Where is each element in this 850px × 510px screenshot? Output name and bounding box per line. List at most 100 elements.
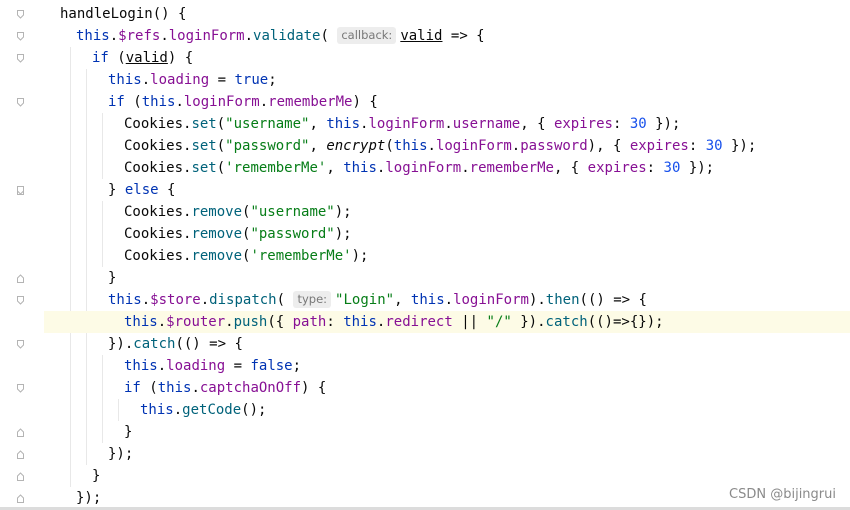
fold-collapse-icon[interactable]	[16, 450, 25, 459]
code-line-current[interactable]: this.$router.push({ path: this.redirect …	[44, 311, 850, 333]
code-token: loginForm	[183, 94, 260, 110]
code-token: 'rememberMe'	[225, 160, 327, 176]
code-line[interactable]: Cookies.remove('rememberMe');	[44, 245, 850, 267]
code-token: (	[320, 28, 338, 44]
code-line[interactable]: }	[44, 267, 850, 289]
code-token: ();	[241, 402, 267, 418]
code-line[interactable]: Cookies.set("username", this.loginForm.u…	[44, 113, 850, 135]
code-line[interactable]: }	[44, 421, 850, 443]
code-token: this	[141, 94, 176, 110]
code-token: (	[276, 292, 294, 308]
code-token: username	[452, 116, 521, 132]
code-token: true	[234, 72, 269, 88]
code-token: (() => {	[579, 292, 647, 308]
code-token: ) {	[167, 50, 194, 66]
code-token: }	[92, 468, 101, 484]
code-token: catch	[545, 314, 588, 330]
code-line[interactable]: this.loading = false;	[44, 355, 850, 377]
code-line[interactable]: }).catch(() => {	[44, 333, 850, 355]
code-token: .	[461, 160, 470, 176]
code-token: .	[141, 292, 151, 308]
code-token: ,	[326, 160, 344, 176]
code-line[interactable]: if (this.captchaOnOff) {	[44, 377, 850, 399]
fold-expand-icon[interactable]	[16, 384, 25, 393]
code-token: password	[520, 138, 588, 154]
code-token: 30	[663, 160, 681, 176]
code-token: ;	[268, 72, 277, 88]
code-line[interactable]: Cookies.remove("username");	[44, 201, 850, 223]
code-line[interactable]: handleLogin() {	[44, 3, 850, 25]
code-token: .	[225, 314, 234, 330]
code-token: 30	[705, 138, 723, 154]
code-token: catch	[133, 336, 176, 352]
code-token: =	[225, 358, 251, 374]
fold-collapse-icon[interactable]	[16, 494, 25, 503]
code-token: then	[545, 292, 580, 308]
code-token: , {	[553, 160, 588, 176]
code-line[interactable]: Cookies.set("password", encrypt(this.log…	[44, 135, 850, 157]
code-token: loading	[166, 358, 226, 374]
code-line[interactable]: Cookies.remove("password");	[44, 223, 850, 245]
code-token: }).	[511, 314, 546, 330]
code-line[interactable]: if (this.loginForm.rememberMe) {	[44, 91, 850, 113]
code-token: .	[427, 138, 436, 154]
code-token: "username"	[225, 116, 310, 132]
fold-collapse-icon[interactable]	[16, 472, 25, 481]
code-token: validate	[253, 28, 321, 44]
fold-expand-icon[interactable]	[16, 296, 25, 305]
code-token: .	[175, 94, 184, 110]
code-line[interactable]: if (valid) {	[44, 47, 850, 69]
watermark: CSDN @bijingrui	[729, 487, 836, 502]
fold-expand-icon[interactable]	[16, 98, 25, 107]
code-line[interactable]: this.loading = true;	[44, 69, 850, 91]
code-token: (()=>{});	[587, 314, 664, 330]
code-token: set	[191, 116, 217, 132]
code-editor[interactable]: handleLogin() {this.$refs.loginForm.vali…	[44, 0, 850, 510]
parameter-hint: type:	[293, 291, 332, 308]
code-token: this	[326, 116, 361, 132]
fold-collapse-icon[interactable]	[16, 274, 25, 283]
fold-expand-icon[interactable]	[16, 32, 25, 41]
editor-gutter	[0, 0, 44, 510]
fold-expand-icon[interactable]	[16, 186, 25, 195]
fold-collapse-icon[interactable]	[16, 428, 25, 437]
code-token: false	[250, 358, 293, 374]
code-token: , {	[520, 116, 554, 132]
code-token: .	[444, 292, 454, 308]
code-token: .	[259, 94, 269, 110]
code-token: .	[109, 28, 119, 44]
code-token: this	[157, 380, 192, 396]
code-token: valid	[400, 28, 443, 44]
code-line[interactable]: this.$refs.loginForm.validate( callback:…	[44, 25, 850, 47]
code-token: (	[124, 94, 142, 110]
code-token: path	[292, 314, 327, 330]
code-token: );	[334, 226, 352, 242]
fold-expand-icon[interactable]	[16, 340, 25, 349]
code-token: loginForm	[435, 138, 512, 154]
code-token: this	[124, 314, 158, 330]
fold-expand-icon[interactable]	[16, 54, 25, 63]
code-token: if	[124, 380, 141, 396]
code-token: this	[343, 314, 377, 330]
code-line[interactable]: this.getCode();	[44, 399, 850, 421]
code-line[interactable]: } else {	[44, 179, 850, 201]
code-token: encrypt	[326, 138, 386, 154]
code-token: (	[385, 138, 394, 154]
code-token: => {	[442, 28, 485, 44]
code-token: .	[200, 292, 210, 308]
code-token: captchaOnOff	[199, 380, 302, 396]
code-token: loading	[150, 72, 210, 88]
fold-expand-icon[interactable]	[16, 10, 25, 19]
code-token: {	[158, 182, 176, 198]
code-token: Cookies.	[124, 248, 192, 264]
code-line[interactable]: }	[44, 465, 850, 487]
code-token: "Login"	[335, 292, 395, 308]
code-line[interactable]: this.$store.dispatch( type: "Login", this…	[44, 289, 850, 311]
code-token: this	[108, 292, 142, 308]
code-token: rememberMe	[268, 94, 353, 110]
parameter-hint: callback:	[337, 27, 397, 44]
code-token: =	[209, 72, 235, 88]
code-line[interactable]: Cookies.set('rememberMe', this.loginForm…	[44, 157, 850, 179]
code-line[interactable]: });	[44, 443, 850, 465]
code-token: this	[343, 160, 377, 176]
